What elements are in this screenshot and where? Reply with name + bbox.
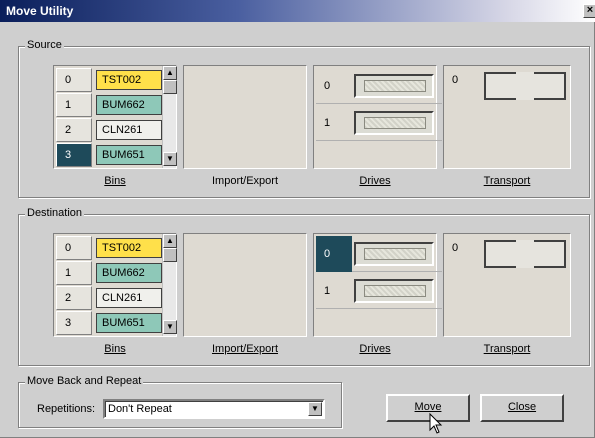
bin-number: 0 <box>56 68 92 92</box>
drive-slot[interactable] <box>354 74 434 98</box>
repetitions-value: Don't Repeat <box>108 403 172 415</box>
bin-number: 1 <box>56 93 92 117</box>
bin-tape-label[interactable]: CLN261 <box>96 120 162 140</box>
bin-tape-label[interactable]: BUM651 <box>96 313 162 333</box>
bin-row[interactable]: 2 CLN261 <box>56 286 162 310</box>
repeat-label: Move Back and Repeat <box>25 375 144 387</box>
bin-row[interactable]: 2 CLN261 <box>56 118 162 142</box>
close-icon[interactable]: × <box>583 4 595 18</box>
bin-row[interactable]: 1 BUM662 <box>56 93 162 117</box>
drive-slot-tape <box>364 117 426 129</box>
destination-bins-scrollbar[interactable]: ▲ ▼ <box>162 234 177 336</box>
destination-transport-panel[interactable]: 0 <box>443 233 571 337</box>
source-bins-scrollbar[interactable]: ▲ ▼ <box>162 66 177 168</box>
destination-label: Destination <box>25 207 85 219</box>
drive-slot[interactable] <box>354 111 434 135</box>
drive-row[interactable]: 1 <box>316 105 442 141</box>
bin-number: 1 <box>56 261 92 285</box>
bin-tape-label[interactable]: BUM651 <box>96 145 162 165</box>
drive-slot[interactable] <box>354 279 434 303</box>
window-title: Move Utility <box>6 4 74 18</box>
source-drives-caption: Drives <box>359 175 391 187</box>
scroll-thumb[interactable] <box>163 248 177 262</box>
transport-slot <box>484 72 566 100</box>
source-group: Source 0 TST002 1 BUM662 2 CLN261 3 BUM651 ▲ ▼ … <box>18 39 590 198</box>
transport-number: 0 <box>452 74 459 86</box>
bin-number: 2 <box>56 118 92 142</box>
destination-drives-panel: 01 <box>313 233 442 337</box>
drive-row[interactable]: 0 <box>316 236 442 272</box>
destination-bins-panel: 0 TST002 1 BUM662 2 CLN261 3 BUM651 ▲ ▼ <box>53 233 177 337</box>
bin-tape-label[interactable]: BUM662 <box>96 263 162 283</box>
drive-number: 0 <box>324 80 331 92</box>
title-bar[interactable]: Move Utility × <box>0 0 595 22</box>
drive-slot-tape <box>364 285 426 297</box>
bin-number: 0 <box>56 236 92 260</box>
bin-row[interactable]: 3 BUM651 <box>56 311 162 335</box>
transport-number: 0 <box>452 242 459 254</box>
repetitions-label: Repetitions: <box>37 403 96 415</box>
bin-number: 3 <box>56 311 92 335</box>
close-button[interactable]: Close <box>480 394 564 422</box>
move-utility-window: Move Utility × Source 0 TST002 1 BUM662 2 CLN… <box>0 0 595 438</box>
repeat-group: Move Back and Repeat Repetitions: Don't … <box>18 375 342 428</box>
bin-tape-label[interactable]: CLN261 <box>96 288 162 308</box>
destination-group: Destination 0 TST002 1 BUM662 2 CLN261 3 BUM651… <box>18 207 590 366</box>
drive-slot[interactable] <box>354 242 434 266</box>
scroll-thumb[interactable] <box>163 80 177 94</box>
destination-bins-caption: Bins <box>104 343 126 355</box>
scroll-up-icon[interactable]: ▲ <box>163 234 177 248</box>
source-bins-panel: 0 TST002 1 BUM662 2 CLN261 3 BUM651 ▲ ▼ <box>53 65 177 169</box>
scroll-down-icon[interactable]: ▼ <box>163 320 177 334</box>
drive-number: 0 <box>316 236 352 272</box>
destination-transport-caption: Transport <box>483 343 531 355</box>
drive-number: 1 <box>324 285 331 297</box>
source-label: Source <box>25 39 64 51</box>
bin-tape-label[interactable]: BUM662 <box>96 95 162 115</box>
scroll-up-icon[interactable]: ▲ <box>163 66 177 80</box>
chevron-down-icon[interactable]: ▼ <box>308 402 322 416</box>
bin-row[interactable]: 3 BUM651 <box>56 143 162 167</box>
source-transport-caption: Transport <box>483 175 531 187</box>
source-transport-panel[interactable]: 0 <box>443 65 571 169</box>
destination-import-export-caption: Import/Export <box>211 343 279 355</box>
scroll-down-icon[interactable]: ▼ <box>163 152 177 166</box>
destination-import-export-panel[interactable] <box>183 233 307 337</box>
bin-row[interactable]: 1 BUM662 <box>56 261 162 285</box>
bin-row[interactable]: 0 TST002 <box>56 68 162 92</box>
drive-slot-tape <box>364 80 426 92</box>
repetitions-dropdown[interactable]: Don't Repeat ▼ <box>103 399 325 419</box>
drive-row[interactable]: 1 <box>316 273 442 309</box>
source-drives-panel: 01 <box>313 65 442 169</box>
bin-row[interactable]: 0 TST002 <box>56 236 162 260</box>
transport-slot <box>484 240 566 268</box>
source-import-export-caption: Import/Export <box>211 175 279 187</box>
bin-tape-label[interactable]: TST002 <box>96 70 162 90</box>
move-button[interactable]: Move <box>386 394 470 422</box>
bin-tape-label[interactable]: TST002 <box>96 238 162 258</box>
mouse-cursor-icon <box>429 412 443 434</box>
bin-number: 3 <box>56 143 92 167</box>
drive-number: 1 <box>324 117 331 129</box>
destination-drives-caption: Drives <box>359 343 391 355</box>
source-bins-caption: Bins <box>104 175 126 187</box>
drive-row[interactable]: 0 <box>316 68 442 104</box>
drive-slot-tape <box>364 248 426 260</box>
source-import-export-panel[interactable] <box>183 65 307 169</box>
bin-number: 2 <box>56 286 92 310</box>
